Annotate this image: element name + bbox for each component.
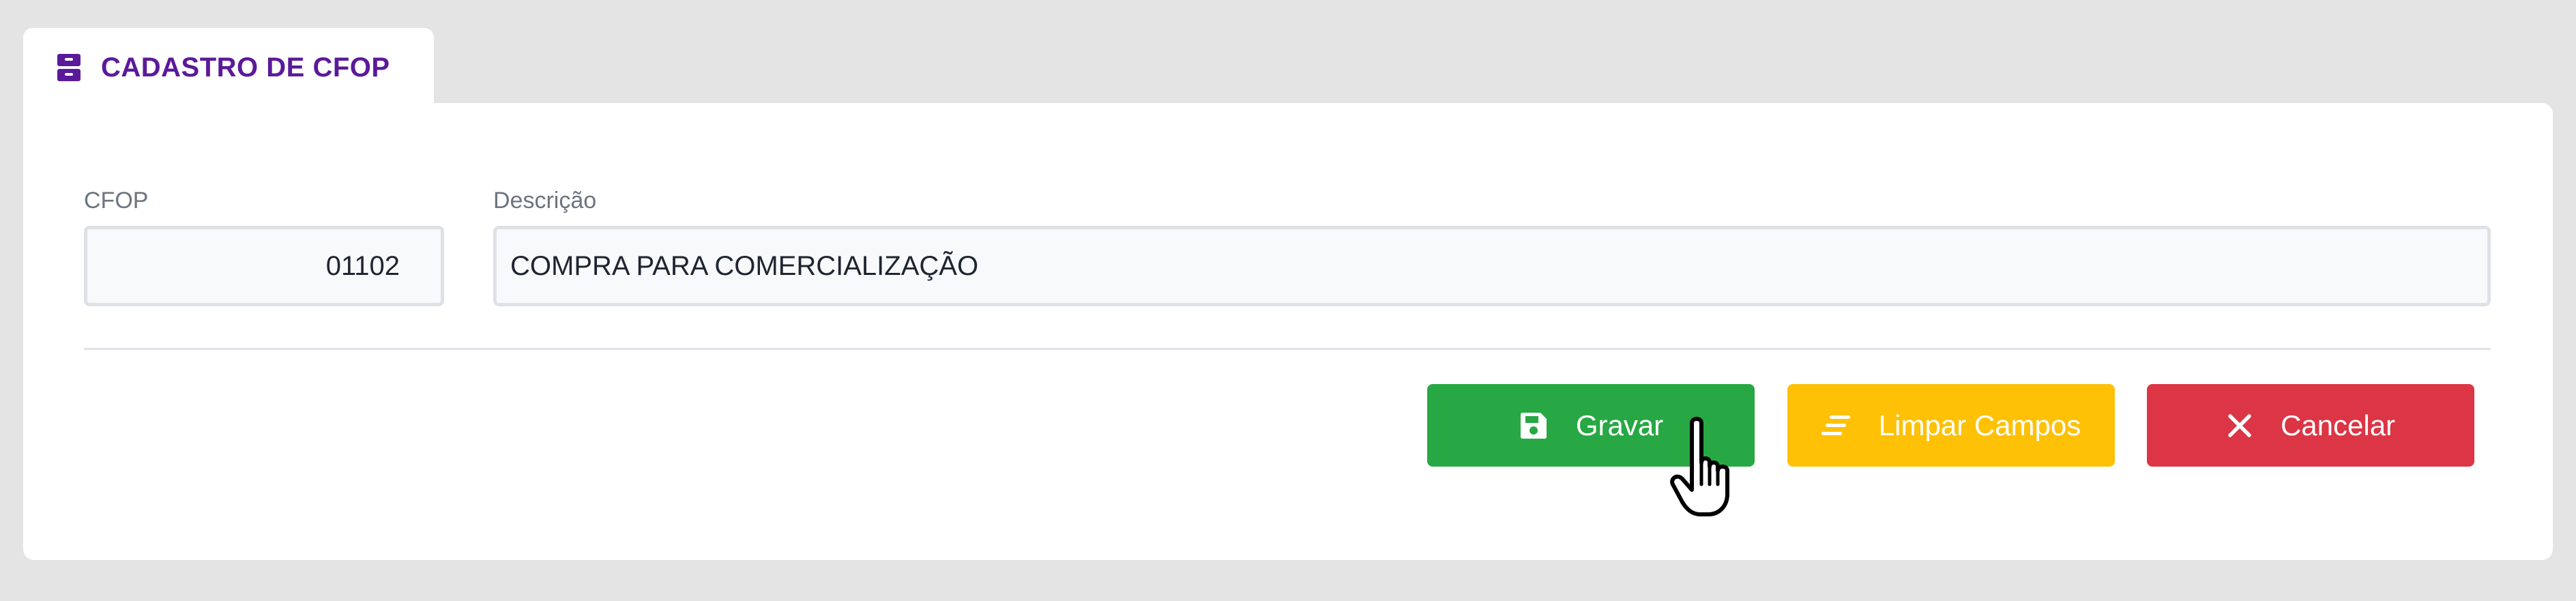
cancel-label: Cancelar bbox=[2280, 409, 2396, 441]
divider bbox=[84, 348, 2491, 350]
clear-fields-label: Limpar Campos bbox=[1878, 409, 2081, 441]
descricao-input[interactable] bbox=[493, 226, 2491, 306]
clear-fields-button[interactable]: Limpar Campos bbox=[1787, 384, 2115, 467]
archive-icon bbox=[57, 54, 80, 81]
close-icon bbox=[2226, 412, 2253, 439]
floppy-disk-icon bbox=[1519, 411, 1549, 441]
tab-title: CADASTRO DE CFOP bbox=[101, 52, 390, 83]
save-label: Gravar bbox=[1575, 409, 1664, 441]
clear-lines-icon bbox=[1821, 413, 1852, 438]
form-panel: CFOP Descrição Gravar Limpar Campos bbox=[23, 103, 2553, 560]
cfop-label: CFOP bbox=[84, 188, 149, 214]
cancel-button[interactable]: Cancelar bbox=[2147, 384, 2474, 467]
descricao-label: Descrição bbox=[493, 188, 597, 214]
tab-cadastro-cfop[interactable]: CADASTRO DE CFOP bbox=[23, 28, 434, 107]
cfop-input[interactable] bbox=[84, 226, 444, 306]
hand-pointer-icon bbox=[1665, 412, 1753, 521]
